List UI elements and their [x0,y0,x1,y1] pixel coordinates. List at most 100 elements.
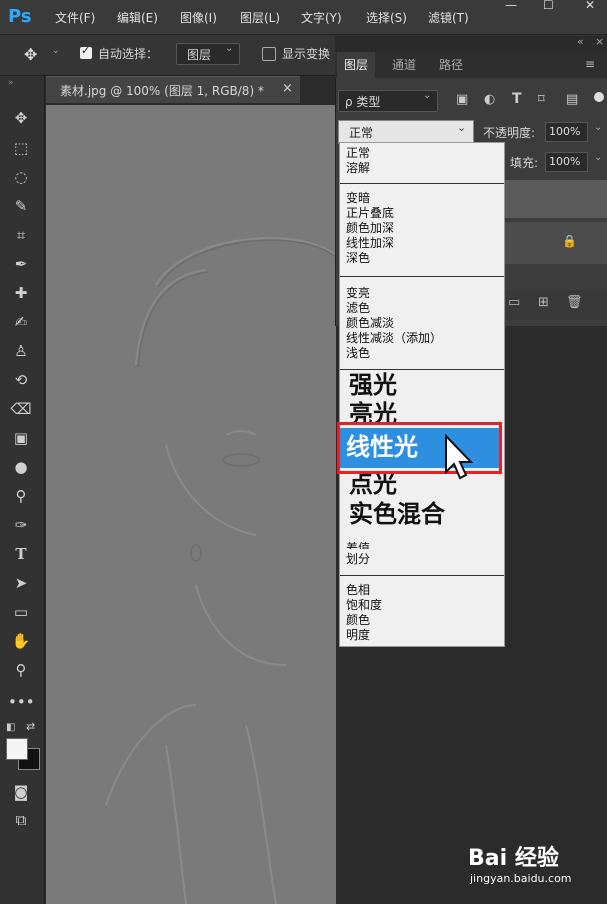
collapse-arrows-icon[interactable]: » [8,78,14,88]
chevron-down-icon: ⌄ [457,121,467,134]
eyedropper-tool-icon[interactable]: ✒ [8,252,34,276]
blend-option-normal[interactable]: 正常 [346,146,370,161]
blend-option-multiply[interactable]: 正片叠底 [346,206,394,221]
dodge-tool-icon[interactable]: ⚲ [8,484,34,508]
opacity-input[interactable]: 100% [545,122,588,142]
new-group-icon[interactable]: ▭ [508,295,520,310]
stamp-tool-icon[interactable]: ♙ [8,339,34,363]
blend-mode-dropdown[interactable]: 正常 ⌄ [338,120,474,144]
foreground-color-swatch[interactable] [6,738,28,760]
collapse-panel-icon[interactable]: « [577,35,584,48]
type-tool-icon[interactable]: T [8,542,34,566]
maximize-icon[interactable]: ☐ [543,0,554,12]
blend-option-difference[interactable]: 差值 [346,541,370,549]
delete-layer-icon[interactable]: 🗑 [566,295,583,310]
tab-paths[interactable]: 路径 [432,52,470,78]
menu-edit[interactable]: 编辑(E) [117,9,158,26]
blend-option-hard-mix[interactable]: 实色混合 [349,499,445,529]
blur-tool-icon[interactable]: ● [8,455,34,479]
layer-filter-kind-dropdown[interactable]: ρ 类型 ⌄ [338,90,438,112]
gradient-tool-icon[interactable]: ▣ [8,426,34,450]
marquee-tool-icon[interactable]: ⬚ [8,136,34,160]
chevron-down-icon[interactable]: ⌄ [52,46,60,56]
smart-object-filter-icon[interactable]: ▤ [566,92,578,107]
default-colors-icon[interactable]: ◧ [6,722,15,733]
blend-option-screen[interactable]: 滤色 [346,301,370,316]
tab-layers[interactable]: 图层 [337,52,376,78]
menu-image[interactable]: 图像(I) [180,9,217,26]
blend-option-darker-color[interactable]: 深色 [346,251,370,266]
document-title: 素材.jpg @ 100% (图层 1, RGB/8) * [60,84,264,98]
move-tool-icon[interactable]: ✥ [24,45,37,64]
auto-select-target-value: 图层 [187,48,212,62]
annotation-red-box [337,422,502,474]
chevron-down-icon[interactable]: ⌄ [594,152,602,163]
auto-select-target-dropdown[interactable]: 图层 ⌄ [176,43,240,65]
menu-type[interactable]: 文字(Y) [301,9,342,26]
blend-option-color-dodge[interactable]: 颜色减淡 [346,316,394,331]
minimize-icon[interactable]: — [505,0,517,12]
document-tab[interactable]: 素材.jpg @ 100% (图层 1, RGB/8) * × [46,76,300,103]
close-window-icon[interactable]: ✕ [585,0,595,12]
photoshop-logo: Ps [8,6,32,27]
blend-option-linear-burn[interactable]: 线性加深 [346,236,394,251]
quick-select-tool-icon[interactable]: ✎ [8,194,34,218]
new-layer-icon[interactable]: ⊞ [538,295,549,310]
auto-select-checkbox[interactable] [80,44,92,59]
more-tools-icon[interactable]: ••• [8,690,35,714]
separator [340,183,504,184]
close-panel-icon[interactable]: × [595,35,604,48]
type-layer-filter-icon[interactable]: T [512,91,522,107]
blend-option-hue[interactable]: 色相 [346,583,370,598]
blend-mode-value: 正常 [349,126,374,140]
quick-mask-icon[interactable]: ◙ [8,780,34,804]
menu-select[interactable]: 选择(S) [366,9,407,26]
blend-option-linear-dodge[interactable]: 线性减淡（添加） [346,331,442,346]
path-select-tool-icon[interactable]: ➤ [8,571,34,595]
menu-file[interactable]: 文件(F) [55,9,95,26]
blend-option-saturation[interactable]: 饱和度 [346,598,382,613]
blend-option-darken[interactable]: 变暗 [346,191,370,206]
close-tab-icon[interactable]: × [282,81,293,96]
window-controls: — ☐ ✕ [497,0,607,16]
menu-layer[interactable]: 图层(L) [240,9,280,26]
menu-filter[interactable]: 滤镜(T) [428,9,469,26]
fill-input[interactable]: 100% [545,152,588,172]
lasso-tool-icon[interactable]: ◌ [8,165,34,189]
eraser-tool-icon[interactable]: ⌫ [8,397,34,421]
move-tool-icon[interactable]: ✥ [8,106,34,130]
tab-channels[interactable]: 通道 [385,52,423,78]
rectangle-tool-icon[interactable]: ▭ [8,600,34,624]
adjustment-layer-filter-icon[interactable]: ◐ [484,92,495,107]
blend-option-divide[interactable]: 划分 [346,552,370,567]
document-canvas[interactable] [46,105,336,904]
swap-colors-icon[interactable]: ⇄ [26,720,35,733]
screen-mode-icon[interactable]: ⧉ [8,808,34,832]
blend-option-luminosity[interactable]: 明度 [346,628,370,643]
layer-row[interactable]: 🔒 [500,222,607,264]
panel-menu-icon[interactable]: ≡ [585,57,595,71]
blend-option-dissolve[interactable]: 溶解 [346,161,370,176]
layer-row[interactable] [500,180,607,218]
chevron-down-icon[interactable]: ⌄ [594,122,602,133]
shape-layer-filter-icon[interactable]: ⌑ [538,92,545,107]
zoom-tool-icon[interactable]: ⚲ [8,658,34,682]
watermark-url: jingyan.baidu.com [470,872,572,885]
filter-toggle-icon[interactable] [594,92,604,102]
crop-tool-icon[interactable]: ⌗ [8,223,34,247]
blend-option-lighten[interactable]: 变亮 [346,286,370,301]
history-brush-tool-icon[interactable]: ⟲ [8,368,34,392]
show-transform-checkbox[interactable] [262,47,276,61]
brush-tool-icon[interactable]: ✍ [8,310,34,334]
mouse-cursor-icon [445,434,473,480]
hand-tool-icon[interactable]: ✋ [8,629,34,653]
blend-option-hard-light[interactable]: 强光 [349,370,397,400]
panel-header: « × [335,35,607,52]
pen-tool-icon[interactable]: ✑ [8,513,34,537]
blend-option-color[interactable]: 颜色 [346,613,370,628]
healing-brush-tool-icon[interactable]: ✚ [8,281,34,305]
blend-option-color-burn[interactable]: 颜色加深 [346,221,394,236]
pixel-layer-filter-icon[interactable]: ▣ [456,92,468,107]
fill-label: 填充: [510,156,539,170]
blend-option-lighter-color[interactable]: 浅色 [346,346,370,361]
